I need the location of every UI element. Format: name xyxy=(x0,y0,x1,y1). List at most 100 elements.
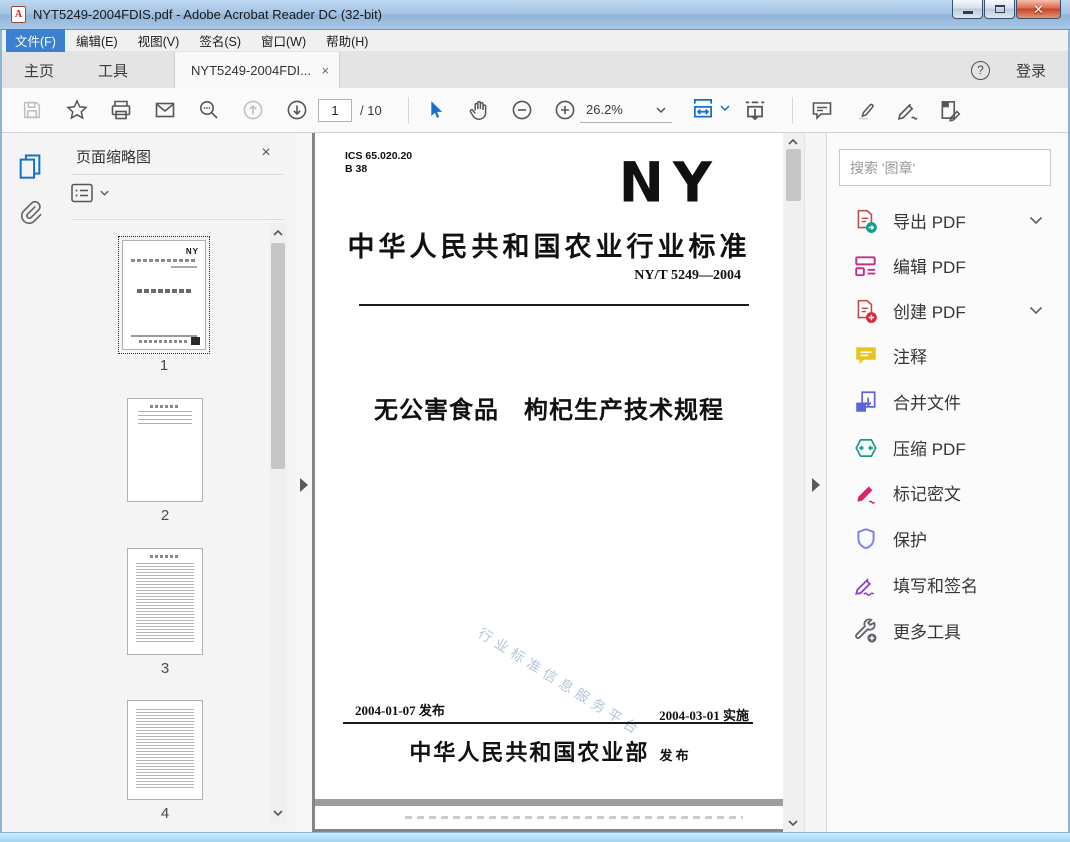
create-pdf-icon xyxy=(857,299,877,323)
tool-label: 注释 xyxy=(893,348,927,367)
zoom-in-icon xyxy=(555,100,575,120)
page-separator xyxy=(315,799,783,806)
mini-line xyxy=(150,555,180,558)
chevron-down-icon xyxy=(100,190,109,196)
search-icon xyxy=(200,101,218,119)
next-page-button[interactable] xyxy=(281,94,313,126)
options-list-icon xyxy=(71,183,93,203)
tool-combine-files[interactable]: 合并文件 xyxy=(827,379,1069,424)
zoom-in-button[interactable] xyxy=(549,94,581,126)
thumbnails-scrollbar[interactable] xyxy=(269,223,287,823)
tab-document[interactable]: NYT5249-2004FDI... × xyxy=(174,52,341,88)
left-panel-collapse-strip[interactable] xyxy=(296,133,312,832)
mini-line xyxy=(137,288,191,293)
thumbnail-page-4-preview xyxy=(127,700,203,800)
sign-tool-button[interactable] xyxy=(892,94,924,126)
print-button[interactable] xyxy=(105,94,137,126)
thumbnail-page-1[interactable]: NY xyxy=(118,236,210,354)
mini-line xyxy=(136,563,194,644)
thumbnail-label: 2 xyxy=(160,507,170,524)
protect-shield-icon xyxy=(857,527,875,549)
scroll-up-icon xyxy=(788,138,798,145)
scrollbar-thumb[interactable] xyxy=(786,149,801,201)
tool-more-tools[interactable]: 更多工具 xyxy=(827,608,1069,653)
page-fit-dropdown[interactable] xyxy=(690,95,730,121)
left-navigation-rail xyxy=(2,133,58,832)
redact-icon xyxy=(857,486,876,504)
tool-redact[interactable]: 标记密文 xyxy=(827,470,1069,515)
menu-view[interactable]: 视图(V) xyxy=(129,29,189,53)
pdf-page-1: ICS 65.020.20 B 38 NY 中华人民共和国农业行业标准 NY/T… xyxy=(315,133,783,799)
mini-line xyxy=(139,340,189,343)
print-icon xyxy=(111,100,131,120)
tool-edit-pdf[interactable]: 编辑 PDF xyxy=(827,243,1069,288)
tool-label: 更多工具 xyxy=(893,623,961,642)
comment-tool-button[interactable] xyxy=(806,94,838,126)
menu-sign[interactable]: 签名(S) xyxy=(190,29,250,53)
email-button[interactable] xyxy=(149,94,181,126)
tool-label: 导出 PDF xyxy=(893,213,966,232)
right-panel-collapse-strip[interactable] xyxy=(804,133,826,832)
select-tool-button[interactable] xyxy=(419,94,451,126)
highlight-tool-button[interactable] xyxy=(850,94,882,126)
stamp-edit-button[interactable] xyxy=(935,94,967,126)
sign-in-button[interactable]: 登录 xyxy=(1016,60,1046,81)
previous-page-button[interactable] xyxy=(237,94,269,126)
close-button[interactable]: ✕ xyxy=(1016,0,1061,19)
minimize-button[interactable] xyxy=(952,0,983,19)
tab-document-label: NYT5249-2004FDI... xyxy=(191,62,311,78)
search-button[interactable] xyxy=(193,94,225,126)
document-scrollbar[interactable] xyxy=(783,133,804,832)
page-number-input[interactable] xyxy=(318,99,352,122)
scroll-down-icon xyxy=(273,810,283,817)
page-thumbnails-panel: 页面缩略图 × NY 1 2 3 4 xyxy=(58,133,296,832)
tab-home[interactable]: 主页 xyxy=(2,52,76,88)
menu-file[interactable]: 文件(F) xyxy=(6,28,65,53)
thumbnail-page-1-preview: NY xyxy=(122,240,206,350)
mini-line xyxy=(136,709,194,789)
next-page-icon xyxy=(287,100,307,120)
tool-comment[interactable]: 注释 xyxy=(827,333,1069,378)
scroll-mode-button[interactable] xyxy=(739,94,771,126)
ics-code: ICS 65.020.20 B 38 xyxy=(345,150,413,176)
tool-compress-pdf[interactable]: 压缩 PDF xyxy=(827,425,1069,470)
menu-edit[interactable]: 编辑(E) xyxy=(67,29,127,53)
hand-tool-button[interactable] xyxy=(462,94,494,126)
page-scrolling-icon xyxy=(745,101,765,121)
document-view[interactable]: ICS 65.020.20 B 38 NY 中华人民共和国农业行业标准 NY/T… xyxy=(312,133,783,832)
thumbnail-page-2[interactable] xyxy=(127,398,203,502)
tools-search-input[interactable] xyxy=(839,149,1051,186)
standard-number: NY/T 5249—2004 xyxy=(634,268,741,283)
tab-tools[interactable]: 工具 xyxy=(76,52,150,88)
mini-line xyxy=(131,259,197,262)
zoom-level-dropdown[interactable]: 26.2% xyxy=(580,97,672,123)
panel-close-icon[interactable]: × xyxy=(256,143,276,163)
combine-files-icon xyxy=(856,390,876,412)
pdf-file-icon: A xyxy=(11,6,26,23)
tool-fill-sign[interactable]: 填写和签名 xyxy=(827,562,1069,607)
tool-protect[interactable]: 保护 xyxy=(827,516,1069,561)
thumbnail-page-4[interactable] xyxy=(127,700,203,800)
menu-help[interactable]: 帮助(H) xyxy=(317,29,377,53)
help-icon[interactable]: ? xyxy=(970,60,990,80)
thumbnail-page-3[interactable] xyxy=(127,548,203,655)
thumbnail-options-button[interactable] xyxy=(70,183,109,203)
maximize-button[interactable] xyxy=(984,0,1015,19)
scrollbar-thumb[interactable] xyxy=(271,243,285,469)
collapse-right-arrow-icon[interactable] xyxy=(300,478,308,492)
attachments-panel-button[interactable] xyxy=(15,196,45,226)
panel-divider xyxy=(72,174,284,175)
mini-line xyxy=(131,335,197,337)
document-title: 无公害食品 枸杞生产技术规程 xyxy=(374,398,724,424)
thumbnail-label: 1 xyxy=(159,357,169,374)
page-thumbnails-panel-button[interactable] xyxy=(15,151,45,181)
tab-close-icon[interactable]: × xyxy=(321,63,329,78)
menu-window[interactable]: 窗口(W) xyxy=(252,29,315,53)
tool-create-pdf[interactable]: 创建 PDF xyxy=(827,288,1069,333)
star-button[interactable] xyxy=(61,94,93,126)
tool-export-pdf[interactable]: 导出 PDF xyxy=(827,198,1069,243)
zoom-out-button[interactable] xyxy=(506,94,538,126)
collapse-right-arrow-icon[interactable] xyxy=(812,478,820,492)
edit-pdf-icon xyxy=(855,255,876,276)
save-button[interactable] xyxy=(16,94,48,126)
